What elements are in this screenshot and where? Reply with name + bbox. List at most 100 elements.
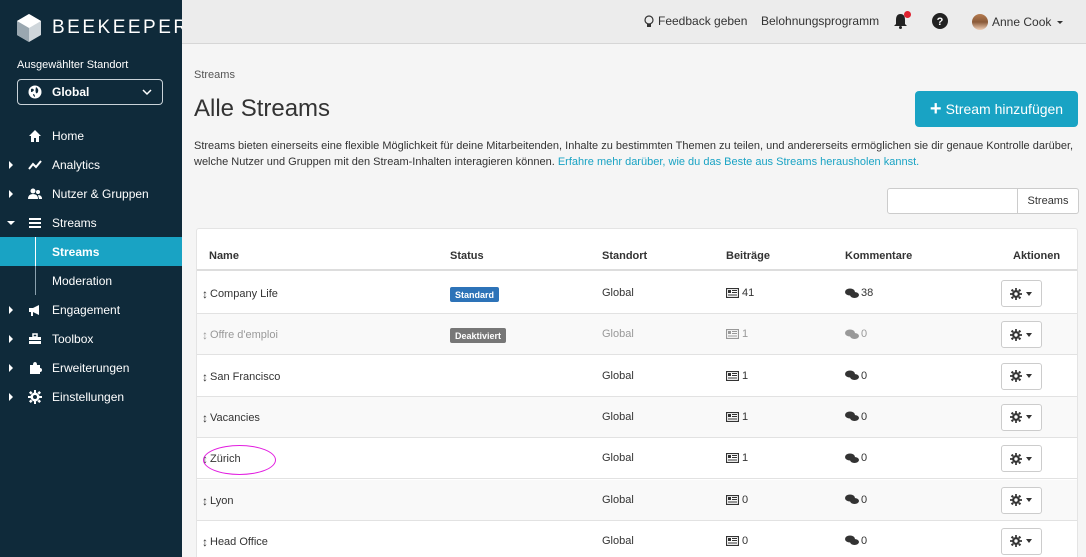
- posts-icon: [726, 535, 739, 546]
- stream-name: Vacancies: [210, 411, 260, 424]
- learn-more-link[interactable]: Erfahre mehr darüber, wie du das Beste a…: [558, 156, 919, 168]
- sidebar-item-analytics[interactable]: Analytics: [0, 150, 182, 179]
- drag-handle-icon[interactable]: ↕: [202, 370, 208, 384]
- lightbulb-icon: [644, 14, 654, 27]
- drag-handle-icon[interactable]: ↕: [202, 328, 208, 342]
- page-title: Alle Streams: [194, 95, 331, 122]
- sidebar-item-label: Einstellungen: [52, 389, 125, 404]
- main-content: Streams Alle Streams + Stream hinzufügen…: [182, 45, 1086, 557]
- sidebar-item-extensions[interactable]: Erweiterungen: [0, 353, 182, 382]
- table-row[interactable]: ↕ San Francisco Global 1 0: [197, 356, 1077, 397]
- drag-handle-icon[interactable]: ↕: [202, 411, 208, 425]
- table-row[interactable]: ↕ Lyon Global 0 0: [197, 479, 1077, 521]
- sidebar-item-toolbox[interactable]: Toolbox: [0, 324, 182, 353]
- column-header-location[interactable]: Standort: [602, 250, 647, 262]
- sidebar-item-label: Nutzer & Gruppen: [52, 186, 149, 201]
- row-actions-button[interactable]: [1001, 362, 1042, 390]
- drag-handle-icon[interactable]: ↕: [202, 287, 208, 301]
- comments-icon: [845, 329, 859, 339]
- rewards-link[interactable]: Belohnungsprogramm: [761, 14, 879, 28]
- help-button[interactable]: ?: [932, 13, 952, 29]
- stream-name-cell[interactable]: ↕ San Francisco: [202, 370, 280, 384]
- plus-icon: +: [929, 98, 942, 120]
- feedback-link[interactable]: Feedback geben: [644, 14, 747, 28]
- caret-down-icon: [1026, 291, 1032, 296]
- gear-icon: [1010, 370, 1022, 383]
- sidebar-item-label: Home: [52, 128, 85, 143]
- brand-logo[interactable]: BEEKEEPER: [17, 14, 190, 42]
- stream-name-cell[interactable]: ↕ Head Office: [202, 535, 268, 549]
- drag-handle-icon[interactable]: ↕: [202, 494, 208, 508]
- table-row[interactable]: ↕ Head Office Global 0 0: [197, 521, 1077, 557]
- submenu-indicator: [35, 266, 36, 295]
- stream-name-cell[interactable]: ↕ Lyon: [202, 494, 233, 508]
- posts-icon: [726, 329, 739, 340]
- comments-icon: [845, 288, 859, 298]
- table-row[interactable]: ↕ Zürich Global 1 0: [197, 438, 1077, 480]
- drag-handle-icon[interactable]: ↕: [202, 535, 208, 549]
- row-actions-button[interactable]: [1001, 445, 1042, 473]
- sidebar-subitem-moderation[interactable]: Moderation: [0, 266, 182, 295]
- comments-cell: 0: [845, 370, 867, 382]
- table-row[interactable]: ↕ Company Life Standard Global 41 38: [197, 273, 1077, 314]
- caret-down-icon: [1026, 415, 1032, 420]
- search-input[interactable]: [887, 188, 1018, 214]
- toolbox-icon: [29, 332, 41, 344]
- gear-icon: [1010, 452, 1022, 465]
- submenu-indicator: [35, 237, 36, 266]
- user-menu[interactable]: Anne Cook: [972, 14, 1069, 30]
- posts-icon: [726, 411, 739, 422]
- column-header-comments[interactable]: Kommentare: [845, 250, 912, 262]
- sidebar-item-home[interactable]: Home: [0, 121, 182, 150]
- row-actions-button[interactable]: [1001, 403, 1042, 431]
- row-actions-button[interactable]: [1001, 486, 1042, 514]
- stream-name-cell[interactable]: ↕ Company Life: [202, 287, 278, 301]
- sidebar-item-engagement[interactable]: Engagement: [0, 295, 182, 324]
- column-header-actions: Aktionen: [1013, 250, 1061, 262]
- comments-icon: [845, 494, 859, 504]
- column-header-name[interactable]: Name: [209, 250, 239, 262]
- location-select[interactable]: Global: [17, 79, 163, 105]
- sidebar-item-users[interactable]: Nutzer & Gruppen: [0, 179, 182, 208]
- stream-name-cell[interactable]: ↕ Vacancies: [202, 411, 260, 425]
- column-header-posts[interactable]: Beiträge: [726, 250, 770, 262]
- breadcrumb[interactable]: Streams: [194, 69, 235, 81]
- search-button[interactable]: Streams: [1018, 188, 1079, 214]
- page-description: Streams bieten einerseits eine flexible …: [194, 138, 1078, 170]
- line-chart-icon: [28, 159, 42, 170]
- sidebar-item-streams[interactable]: Streams: [0, 208, 182, 237]
- globe-icon: [28, 85, 42, 99]
- sidebar-subitem-streams[interactable]: Streams: [0, 237, 182, 266]
- comments-cell: 0: [845, 494, 867, 506]
- stream-name: Offre d'emploi: [210, 329, 278, 342]
- home-icon: [29, 129, 41, 142]
- caret-down-icon: [1026, 498, 1032, 502]
- gear-icon: [1010, 494, 1022, 506]
- sidebar-item-label: Erweiterungen: [52, 360, 130, 375]
- table-row[interactable]: ↕ Vacancies Global 1 0: [197, 396, 1077, 438]
- column-header-status[interactable]: Status: [450, 250, 484, 262]
- add-stream-button[interactable]: + Stream hinzufügen: [915, 91, 1078, 127]
- row-actions-button[interactable]: [1001, 321, 1042, 349]
- posts-cell: 1: [726, 328, 748, 340]
- sidebar-item-settings[interactable]: Einstellungen: [0, 382, 182, 411]
- comments-cell: 0: [845, 411, 867, 423]
- row-actions-button[interactable]: [1001, 527, 1042, 555]
- chevron-right-icon: [9, 160, 13, 169]
- stream-name-cell[interactable]: ↕ Offre d'emploi: [202, 328, 278, 342]
- users-icon: [28, 188, 42, 199]
- location-label: Ausgewählter Standort: [17, 59, 129, 71]
- megaphone-icon: [29, 304, 39, 316]
- posts-count: 0: [742, 534, 749, 547]
- rewards-label: Belohnungsprogramm: [761, 14, 880, 28]
- location-value: Global: [52, 85, 90, 99]
- chevron-right-icon: [9, 363, 13, 372]
- notification-dot: [904, 11, 911, 18]
- notifications-button[interactable]: [893, 11, 912, 29]
- sidebar-item-label: Engagement: [52, 302, 121, 317]
- location-cell: Global: [602, 328, 634, 341]
- comments-icon: [845, 370, 859, 381]
- streams-table: Name Status Standort Beiträge Kommentare…: [196, 228, 1078, 557]
- table-row[interactable]: ↕ Offre d'emploi Deaktiviert Global 1 0: [197, 314, 1077, 356]
- row-actions-button[interactable]: [1001, 280, 1042, 307]
